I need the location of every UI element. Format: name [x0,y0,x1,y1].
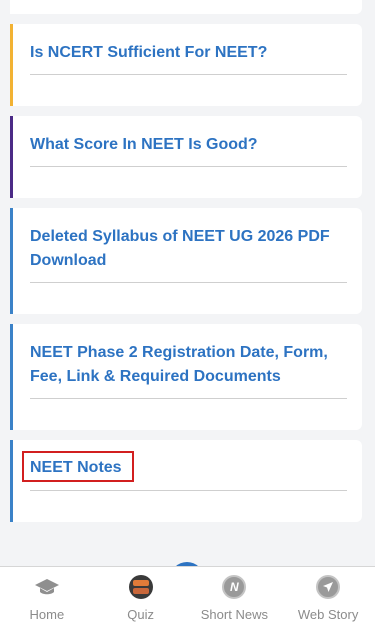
nav-label: Home [29,607,65,622]
article-card[interactable]: Is NCERT Sufficient For NEET? [10,24,362,106]
article-title[interactable]: NEET Notes [30,456,346,480]
divider [30,398,347,399]
quiz-icon [128,574,154,600]
article-title[interactable]: NEET Phase 2 Registration Date, Form, Fe… [30,341,346,389]
article-card-previous[interactable] [10,0,362,14]
nav-label: Quiz [127,607,154,622]
bottom-navigation: Home Quiz N Short News Web Story [0,566,375,628]
nav-home[interactable]: Home [0,567,94,628]
nav-label: Short News [200,607,268,622]
article-title[interactable]: What Score In NEET Is Good? [30,133,346,157]
article-card-selected[interactable]: NEET Notes [10,440,362,522]
nav-web-story[interactable]: Web Story [281,567,375,628]
graduation-cap-icon [34,574,60,600]
divider [30,282,347,283]
nav-quiz[interactable]: Quiz [94,567,188,628]
article-card[interactable]: NEET Phase 2 Registration Date, Form, Fe… [10,324,362,430]
divider [30,166,347,167]
divider [30,74,347,75]
article-card[interactable]: What Score In NEET Is Good? [10,116,362,198]
article-title[interactable]: Deleted Syllabus of NEET UG 2026 PDF Dow… [30,225,346,273]
article-card[interactable]: Deleted Syllabus of NEET UG 2026 PDF Dow… [10,208,362,314]
nav-label: Web Story [297,607,359,622]
divider [30,490,347,491]
article-title[interactable]: Is NCERT Sufficient For NEET? [30,41,346,65]
news-n-icon: N [221,574,247,600]
navigation-arrow-icon [315,574,341,600]
nav-short-news[interactable]: N Short News [188,567,282,628]
